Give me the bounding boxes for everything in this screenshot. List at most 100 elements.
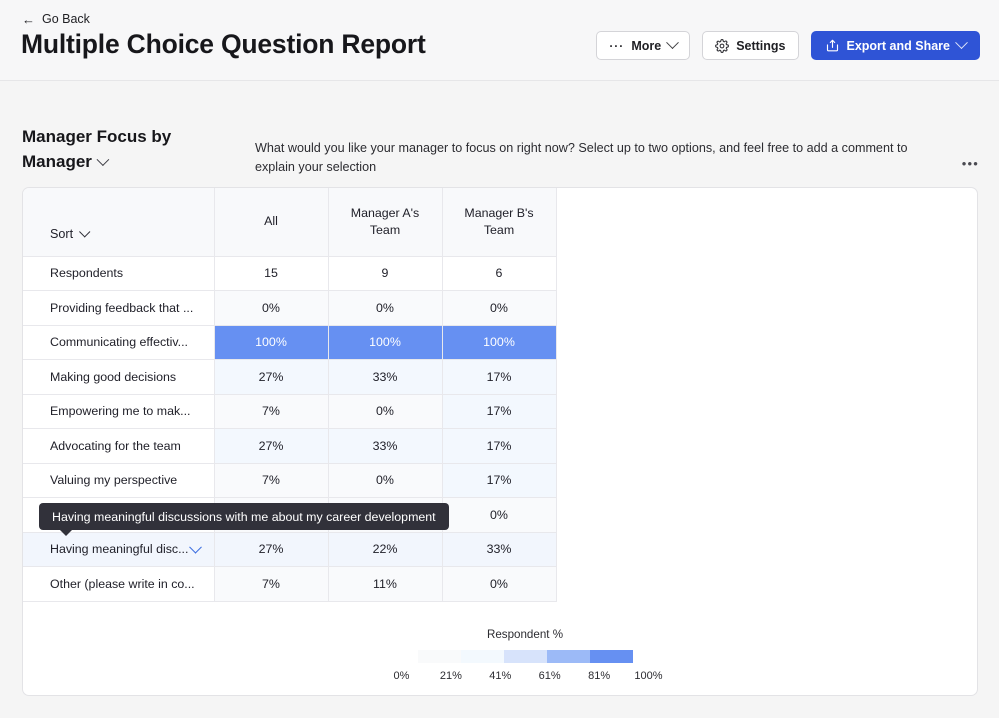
section-title-text: Manager Focus by Manager: [22, 127, 171, 171]
row-label: Respondents: [50, 266, 123, 280]
legend-swatch: [461, 650, 504, 663]
chevron-down-icon: [79, 226, 90, 237]
data-cell[interactable]: 0%: [442, 291, 556, 326]
legend-tick: 0%: [394, 670, 410, 682]
table-row[interactable]: Other (please write in co... 7%11%0%: [23, 567, 556, 602]
sort-control[interactable]: Sort: [50, 226, 88, 243]
legend-tick: 61%: [539, 670, 561, 682]
data-cell[interactable]: 0%: [442, 498, 556, 533]
legend-tick: 21%: [440, 670, 462, 682]
row-label-cell[interactable]: Communicating effectiv...: [23, 325, 214, 360]
row-label-cell[interactable]: Valuing my perspective: [23, 463, 214, 498]
column-header-all[interactable]: All: [214, 188, 328, 256]
more-button[interactable]: ··· More: [596, 31, 690, 60]
data-cell[interactable]: 100%: [328, 325, 442, 360]
data-cell[interactable]: 0%: [328, 463, 442, 498]
go-back-label: Go Back: [42, 12, 90, 26]
data-cell[interactable]: 15: [214, 256, 328, 291]
data-cell[interactable]: 0%: [442, 567, 556, 602]
share-icon: [825, 38, 840, 53]
data-cell[interactable]: 11%: [328, 567, 442, 602]
row-label-cell[interactable]: Providing feedback that ...: [23, 291, 214, 326]
data-cell[interactable]: 27%: [214, 429, 328, 464]
data-cell[interactable]: 27%: [214, 360, 328, 395]
row-label: Empowering me to mak...: [50, 404, 190, 418]
more-button-label: More: [631, 39, 661, 53]
row-label-cell[interactable]: Having meaningful disc...: [23, 532, 214, 567]
chevron-down-icon[interactable]: [189, 541, 202, 554]
row-label: Having meaningful disc...: [50, 542, 188, 556]
data-cell[interactable]: 17%: [442, 463, 556, 498]
report-card: Sort All Manager A's Team Manager B's Te…: [22, 187, 978, 696]
question-description: What would you like your manager to focu…: [255, 139, 945, 177]
legend-tick: 81%: [588, 670, 610, 682]
chevron-down-icon: [955, 36, 968, 49]
row-label: Other (please write in co...: [50, 577, 195, 591]
data-cell[interactable]: 0%: [328, 291, 442, 326]
row-label: Valuing my perspective: [50, 473, 177, 487]
data-cell[interactable]: 0%: [328, 394, 442, 429]
data-cell[interactable]: 17%: [442, 360, 556, 395]
legend-swatch: [504, 650, 547, 663]
row-label: Advocating for the team: [50, 439, 181, 453]
table-row[interactable]: Having meaningful disc... 27%22%33%: [23, 532, 556, 567]
table-header-row: Sort All Manager A's Team Manager B's Te…: [23, 188, 556, 256]
row-tooltip: Having meaningful discussions with me ab…: [39, 503, 449, 530]
data-cell[interactable]: 22%: [328, 532, 442, 567]
table-row[interactable]: Communicating effectiv...100%100%100%: [23, 325, 556, 360]
data-cell[interactable]: 6: [442, 256, 556, 291]
go-back-link[interactable]: ← Go Back: [22, 12, 90, 26]
chevron-down-icon[interactable]: [96, 153, 109, 166]
results-table: Sort All Manager A's Team Manager B's Te…: [23, 188, 557, 602]
table-row[interactable]: Respondents 1596: [23, 256, 556, 291]
data-cell[interactable]: 33%: [442, 532, 556, 567]
legend-tick: 41%: [489, 670, 511, 682]
legend-gradient-bar: [418, 650, 633, 663]
header-actions: ··· More Settings Export and Share: [596, 31, 980, 60]
data-cell[interactable]: 17%: [442, 429, 556, 464]
row-label: Communicating effectiv...: [50, 335, 188, 349]
page-title: Multiple Choice Question Report: [21, 29, 426, 60]
column-header-manager-b[interactable]: Manager B's Team: [442, 188, 556, 256]
section-title: Manager Focus by Manager: [22, 124, 222, 174]
row-label-cell[interactable]: Making good decisions: [23, 360, 214, 395]
arrow-left-icon: ←: [22, 13, 35, 26]
data-cell[interactable]: 100%: [214, 325, 328, 360]
export-and-share-button[interactable]: Export and Share: [811, 31, 981, 60]
data-cell[interactable]: 33%: [328, 429, 442, 464]
legend-tick-labels: 0%21%41%61%81%100%: [402, 670, 649, 684]
data-cell[interactable]: 7%: [214, 567, 328, 602]
data-cell[interactable]: 7%: [214, 463, 328, 498]
section-more-menu[interactable]: •••: [962, 157, 979, 170]
chevron-down-icon: [666, 36, 679, 49]
row-label: Making good decisions: [50, 370, 176, 384]
gear-icon: [715, 39, 729, 53]
table-row[interactable]: Making good decisions 27%33%17%: [23, 360, 556, 395]
legend-swatch: [547, 650, 590, 663]
data-cell[interactable]: 100%: [442, 325, 556, 360]
sort-label: Sort: [50, 226, 73, 243]
table-body: Respondents 1596 Providing feedback that .…: [23, 256, 556, 601]
legend-title: Respondent %: [395, 628, 655, 641]
ellipsis-icon: ···: [609, 39, 624, 53]
data-cell[interactable]: 0%: [214, 291, 328, 326]
settings-button[interactable]: Settings: [702, 31, 798, 60]
table-row[interactable]: Advocating for the team 27%33%17%: [23, 429, 556, 464]
column-header-manager-a[interactable]: Manager A's Team: [328, 188, 442, 256]
legend: Respondent % 0%21%41%61%81%100%: [395, 628, 655, 684]
row-label-cell[interactable]: Empowering me to mak...: [23, 394, 214, 429]
data-cell[interactable]: 27%: [214, 532, 328, 567]
sort-header: Sort: [23, 188, 214, 256]
row-label-cell[interactable]: Respondents: [23, 256, 214, 291]
row-label-cell[interactable]: Advocating for the team: [23, 429, 214, 464]
data-cell[interactable]: 7%: [214, 394, 328, 429]
data-cell[interactable]: 9: [328, 256, 442, 291]
data-cell[interactable]: 33%: [328, 360, 442, 395]
table-row[interactable]: Empowering me to mak... 7%0%17%: [23, 394, 556, 429]
table-row[interactable]: Valuing my perspective 7%0%17%: [23, 463, 556, 498]
data-cell[interactable]: 17%: [442, 394, 556, 429]
legend-swatch: [590, 650, 633, 663]
row-label: Providing feedback that ...: [50, 301, 193, 315]
table-row[interactable]: Providing feedback that ...0%0%0%: [23, 291, 556, 326]
row-label-cell[interactable]: Other (please write in co...: [23, 567, 214, 602]
